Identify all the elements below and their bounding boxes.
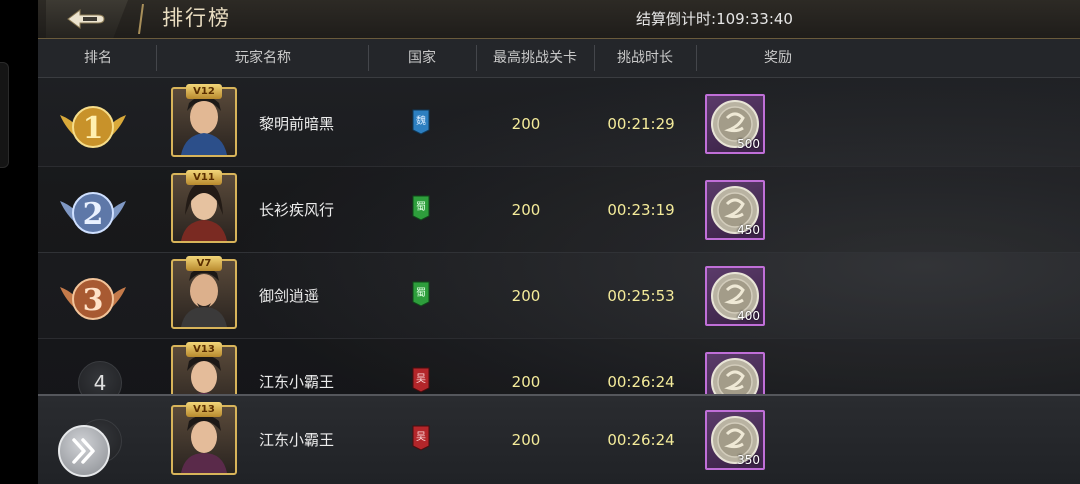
max-level: 200 xyxy=(511,201,541,219)
vip-badge: V11 xyxy=(186,170,222,185)
country-label: 吴 xyxy=(416,374,426,385)
player-name: 黎明前暗黑 xyxy=(259,115,335,133)
rank-gold-badge-icon: 1 xyxy=(60,106,126,148)
reward-item[interactable]: 450 xyxy=(705,180,765,240)
challenge-time: 00:26:24 xyxy=(607,373,675,391)
col-rank: 排名 xyxy=(84,50,112,66)
svg-text:2: 2 xyxy=(83,197,104,232)
reward-item[interactable]: 500 xyxy=(705,94,765,154)
col-country: 国家 xyxy=(408,50,436,66)
countdown-label: 结算倒计时: xyxy=(636,10,717,28)
my-challenge-time: 00:26:24 xyxy=(607,431,675,449)
challenge-time: 00:23:19 xyxy=(607,201,675,219)
svg-text:3: 3 xyxy=(83,283,104,318)
table-header: 排名 玩家名称 国家 最高挑战关卡 挑战时长 奖励 xyxy=(38,39,1080,78)
reward-quantity: 400 xyxy=(737,309,760,323)
country-label: 蜀 xyxy=(416,288,426,299)
my-reward-item[interactable]: 350 xyxy=(705,410,765,470)
title-divider-icon xyxy=(138,4,144,34)
vip-badge: V13 xyxy=(186,342,222,357)
max-level: 200 xyxy=(511,115,541,133)
rank-silver-badge-icon: 2 xyxy=(60,192,126,234)
countdown-value: 109:33:40 xyxy=(716,10,793,28)
my-vip-badge: V13 xyxy=(186,402,222,417)
page-title: 排行榜 xyxy=(162,6,231,30)
countdown: 结算倒计时:109:33:40 xyxy=(636,8,793,30)
max-level: 200 xyxy=(511,373,541,391)
challenge-time: 00:25:53 xyxy=(607,287,675,305)
vip-badge: V7 xyxy=(186,256,222,271)
vip-badge: V12 xyxy=(186,84,222,99)
my-player-name: 江东小霸王 xyxy=(259,431,335,449)
my-country-label: 吴 xyxy=(416,432,426,443)
double-chevron-right-icon xyxy=(72,438,95,464)
back-arrow-icon[interactable] xyxy=(66,8,106,30)
svg-text:1: 1 xyxy=(83,111,104,146)
side-tab[interactable] xyxy=(0,62,9,168)
col-player: 玩家名称 xyxy=(235,50,291,66)
country-label: 魏 xyxy=(416,116,426,127)
reward-item[interactable]: 400 xyxy=(705,266,765,326)
my-reward-quantity: 350 xyxy=(737,453,760,467)
challenge-time: 00:21:29 xyxy=(607,115,675,133)
col-time: 挑战时长 xyxy=(617,50,673,66)
reward-quantity: 450 xyxy=(737,223,760,237)
country-label: 蜀 xyxy=(416,202,426,213)
max-level: 200 xyxy=(511,287,541,305)
expand-button[interactable] xyxy=(58,425,110,477)
rank-bronze-badge-icon: 3 xyxy=(60,278,126,320)
player-name: 长衫疾风行 xyxy=(259,201,335,219)
col-level: 最高挑战关卡 xyxy=(493,50,577,66)
player-name: 御剑逍遥 xyxy=(259,287,320,305)
ranking-screen: 排行榜 结算倒计时:109:33:40 排名 玩家名称 国家 最高挑战关卡 挑战… xyxy=(0,0,1080,484)
reward-quantity: 500 xyxy=(737,137,760,151)
col-reward: 奖励 xyxy=(764,50,792,66)
player-name: 江东小霸王 xyxy=(259,373,335,391)
my-max-level: 200 xyxy=(511,431,541,449)
